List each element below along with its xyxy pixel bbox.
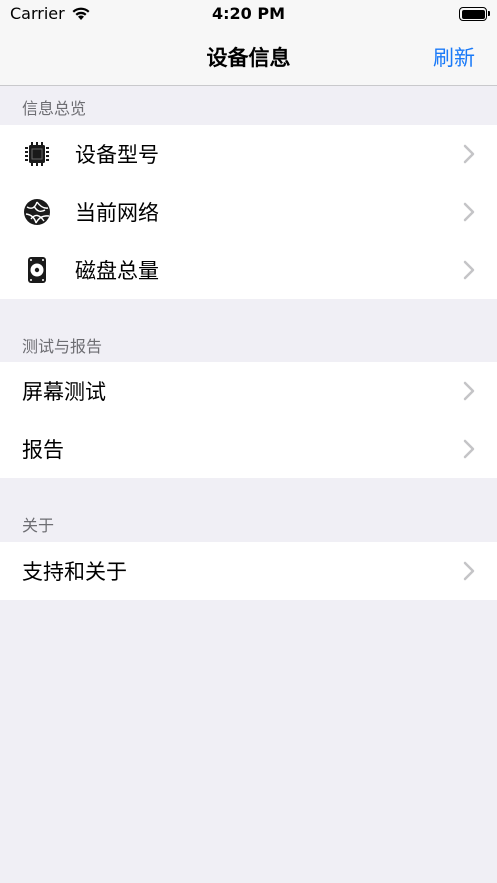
chevron-right-icon — [463, 439, 475, 459]
tests-group: 屏幕测试 报告 — [0, 362, 497, 478]
battery-icon — [459, 7, 490, 21]
overview-group: 设备型号 当前网络 磁盘总量 — [0, 125, 497, 299]
disk-total-label: 磁盘总量 — [75, 259, 159, 283]
device-model-label: 设备型号 — [75, 143, 159, 167]
section-header-about: 关于 — [22, 516, 55, 535]
disk-total-row[interactable]: 磁盘总量 — [0, 241, 497, 299]
section-header-overview: 信息总览 — [22, 99, 87, 118]
device-model-row[interactable]: 设备型号 — [0, 125, 497, 183]
hard-disk-icon — [22, 255, 52, 285]
chevron-right-icon — [463, 144, 475, 164]
cpu-chip-icon — [22, 139, 52, 169]
status-bar: Carrier 4:20 PM — [0, 0, 497, 28]
refresh-button[interactable]: 刷新 — [433, 42, 475, 72]
current-network-row[interactable]: 当前网络 — [0, 183, 497, 241]
status-time: 4:20 PM — [211, 4, 285, 23]
report-label: 报告 — [22, 438, 64, 462]
globe-network-icon — [22, 197, 52, 227]
support-about-row[interactable]: 支持和关于 — [0, 542, 497, 600]
chevron-right-icon — [463, 381, 475, 401]
screen-test-label: 屏幕测试 — [22, 380, 106, 404]
navigation-bar: 设备信息 刷新 — [0, 28, 497, 86]
current-network-label: 当前网络 — [75, 201, 159, 225]
support-about-label: 支持和关于 — [22, 560, 127, 584]
chevron-right-icon — [463, 202, 475, 222]
chevron-right-icon — [463, 260, 475, 280]
screen-test-row[interactable]: 屏幕测试 — [0, 362, 497, 420]
section-header-tests: 测试与报告 — [22, 337, 103, 356]
chevron-right-icon — [463, 561, 475, 581]
report-row[interactable]: 报告 — [0, 420, 497, 478]
page-title: 设备信息 — [206, 46, 291, 70]
about-group: 支持和关于 — [0, 542, 497, 600]
